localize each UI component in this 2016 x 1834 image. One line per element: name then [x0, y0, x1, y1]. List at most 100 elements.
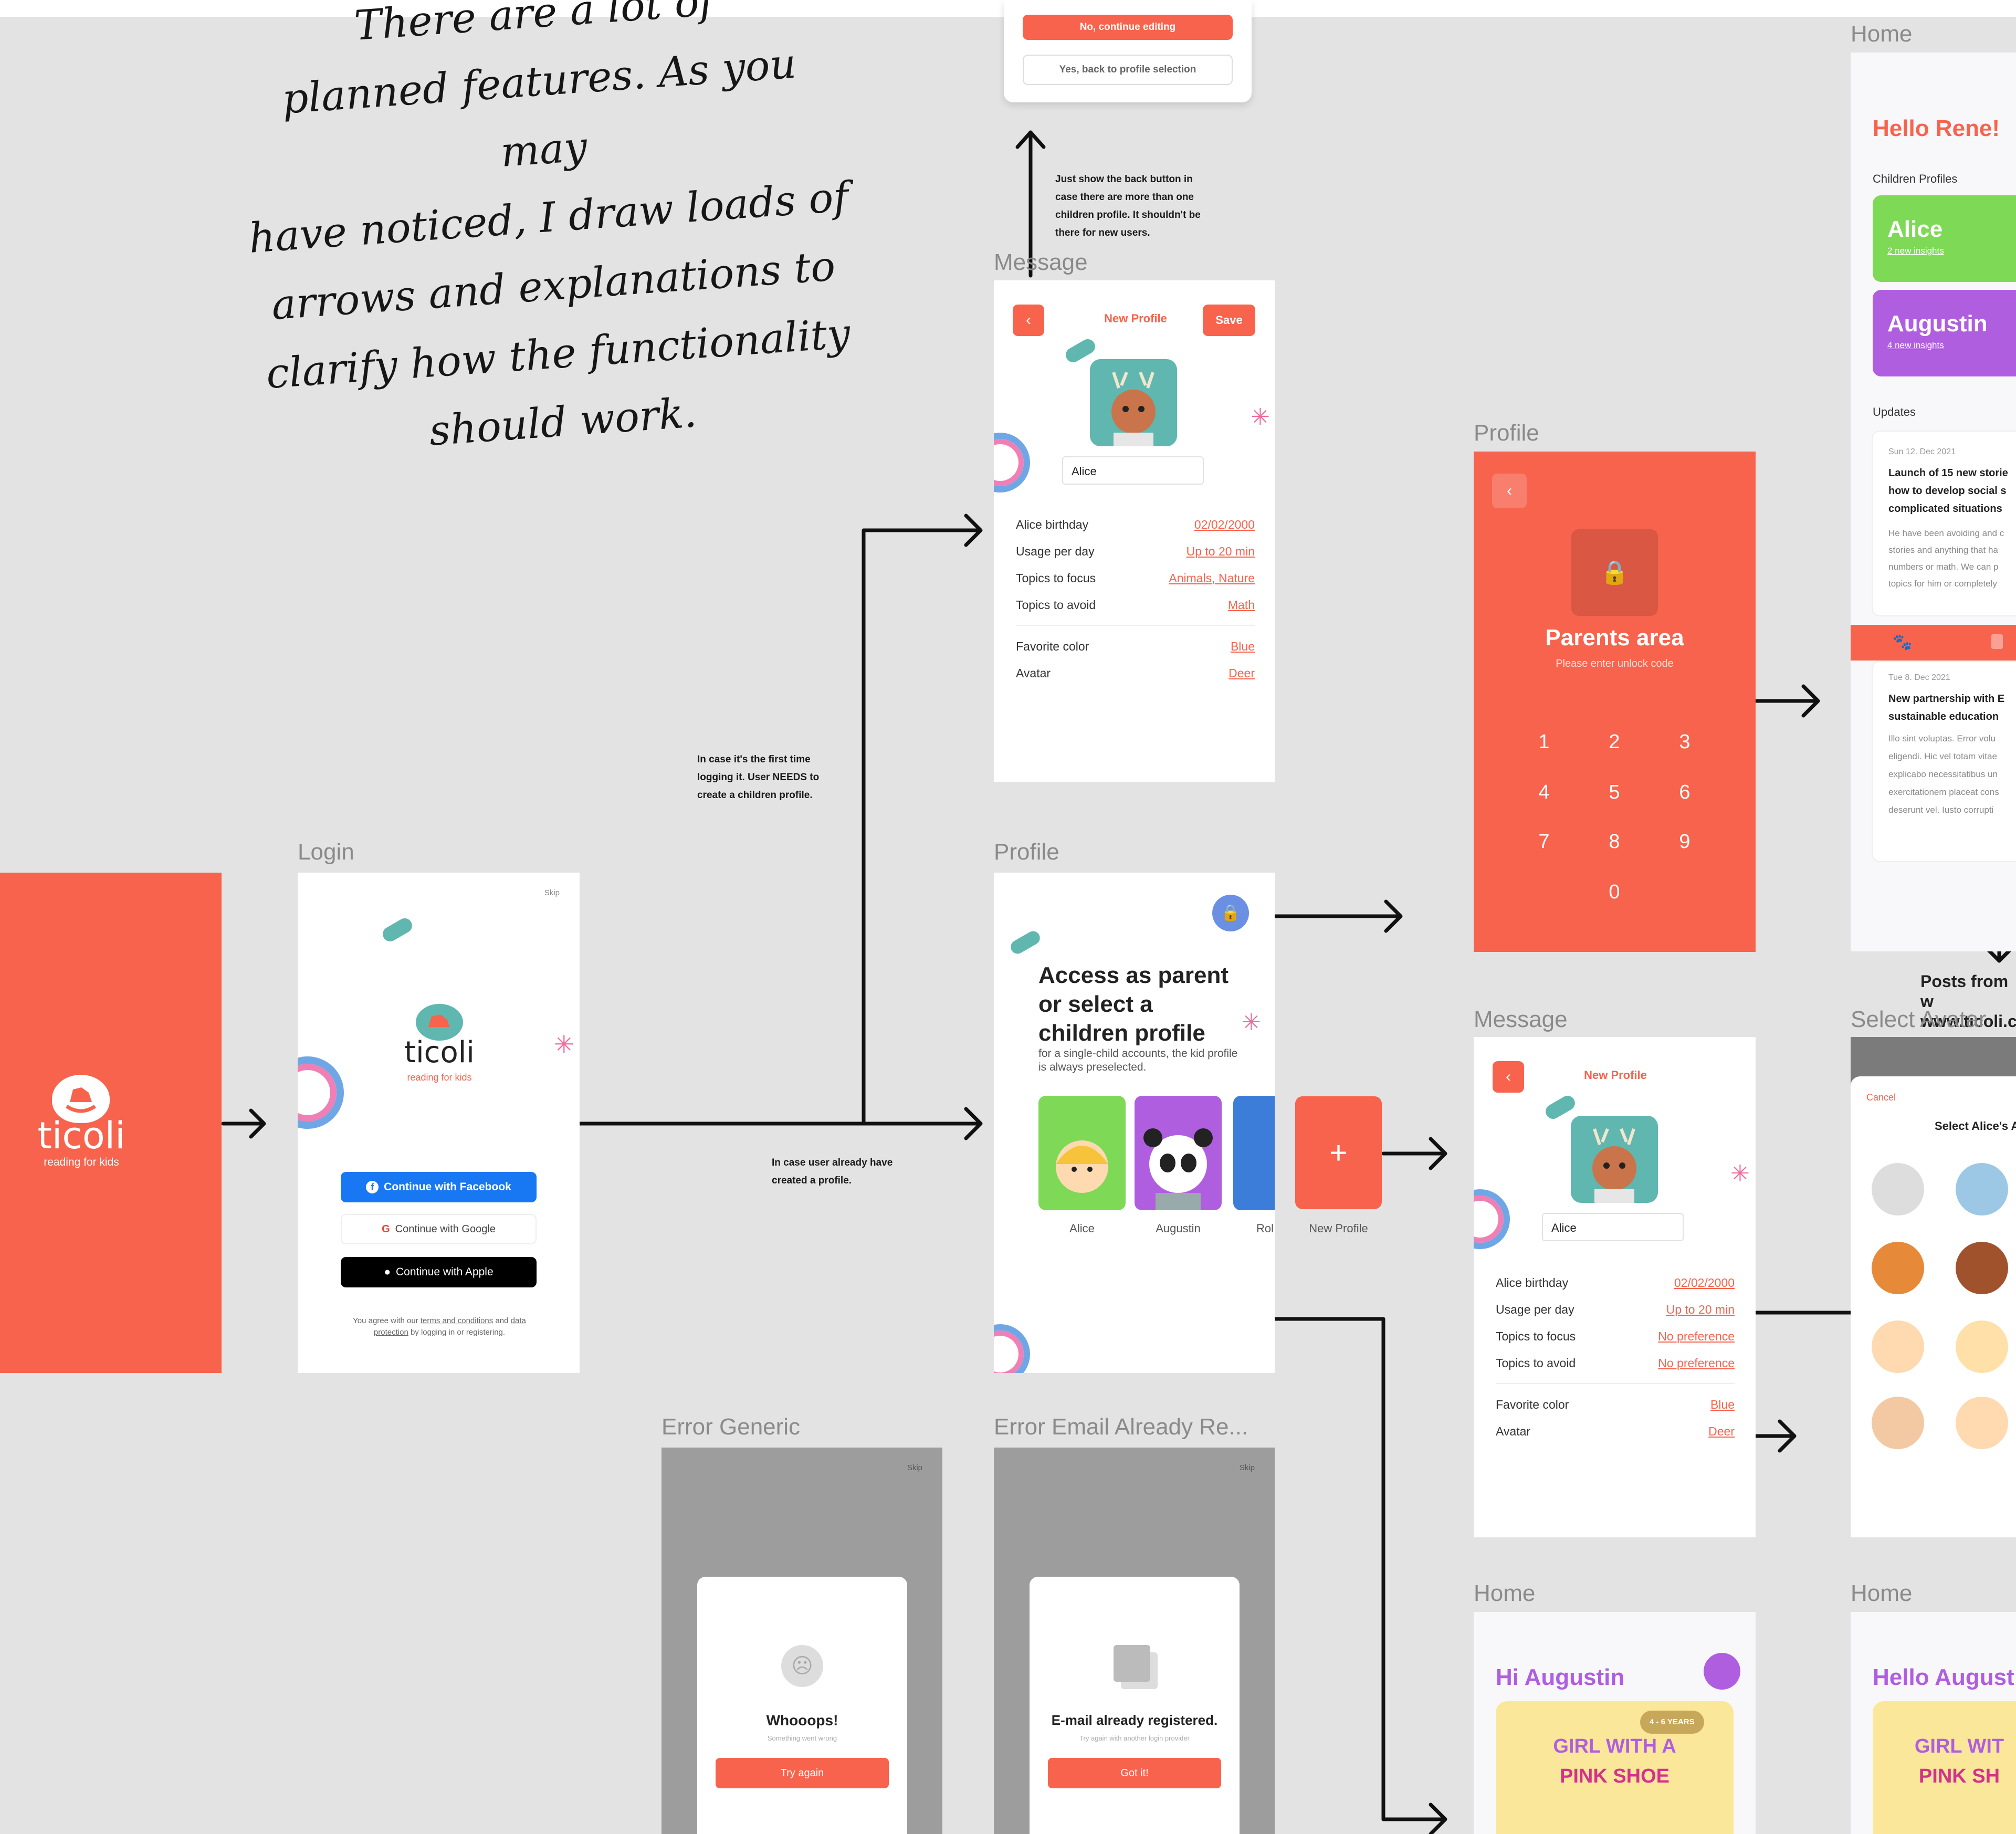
field-value[interactable]: Up to 20 min: [1186, 544, 1255, 559]
profile-heading: Access as parent or select a children pr…: [1038, 961, 1228, 1047]
usage-row[interactable]: Usage per day Up to 20 min: [1016, 544, 1255, 559]
terms-link[interactable]: terms and conditions: [421, 1316, 493, 1325]
book-card[interactable]: GIRL WIT PINK SH: [1873, 1701, 2016, 1834]
child-name-input[interactable]: Alice: [1542, 1213, 1684, 1241]
color-row[interactable]: Favorite color Blue: [1016, 640, 1255, 654]
insights-link[interactable]: 2 new insights: [1887, 246, 1944, 256]
asterisk-decoration: ✳: [1251, 404, 1270, 430]
book-card[interactable]: 4 - 6 YEARS GIRL WITH A PINK SHOE: [1496, 1701, 1734, 1834]
avatar-row[interactable]: Avatar Deer: [1016, 666, 1255, 680]
error-title: E-mail already registered.: [1051, 1712, 1218, 1728]
keypad-key[interactable]: 7: [1523, 831, 1565, 853]
continue-editing-button[interactable]: No, continue editing: [1023, 15, 1233, 40]
usage-row[interactable]: Usage per day Up to 20 min: [1496, 1303, 1735, 1317]
field-value[interactable]: 02/02/2000: [1674, 1276, 1735, 1290]
field-value[interactable]: Blue: [1710, 1398, 1735, 1412]
error-generic-screen: Skip ☹ Whooops! Something went wrong Try…: [662, 1448, 942, 1834]
skip-link[interactable]: Skip: [1240, 1463, 1255, 1472]
keypad-key[interactable]: 0: [1593, 881, 1635, 904]
keypad-key[interactable]: 6: [1664, 781, 1706, 804]
lion-avatar-option[interactable]: [1872, 1242, 1924, 1294]
birthday-row[interactable]: Alice birthday 02/02/2000: [1016, 518, 1255, 532]
augustin-profile-card[interactable]: [1135, 1096, 1222, 1210]
rol-profile-card[interactable]: [1233, 1096, 1275, 1210]
annotation-line: case there are more than one: [1055, 192, 1194, 203]
panda-avatar-option[interactable]: [1872, 1163, 1924, 1215]
home-greeting: Hi Augustin: [1496, 1664, 1625, 1690]
alice-home-card[interactable]: Alice 2 new insights: [1873, 195, 2016, 282]
annotation-first-time: In case it's the first time logging it. …: [697, 751, 819, 804]
topics-avoid-row[interactable]: Topics to avoid No preference: [1496, 1356, 1735, 1370]
deer-avatar[interactable]: [1090, 359, 1177, 446]
keypad-key[interactable]: 4: [1523, 781, 1565, 804]
keypad-key[interactable]: 9: [1664, 831, 1706, 853]
back-button[interactable]: ‹: [1013, 305, 1044, 336]
book-icon[interactable]: [1991, 634, 2003, 649]
frame-label-error-generic: Error Generic: [662, 1414, 801, 1440]
kid-avatar-option[interactable]: [1956, 1397, 2008, 1449]
field-value[interactable]: Blue: [1231, 640, 1255, 654]
keypad-key[interactable]: 3: [1664, 731, 1706, 753]
field-value[interactable]: No preference: [1658, 1356, 1735, 1370]
cancel-button[interactable]: Cancel: [1866, 1092, 1896, 1103]
field-label: Usage per day: [1496, 1303, 1574, 1316]
divider: [1496, 1383, 1735, 1384]
topics-focus-row[interactable]: Topics to focus Animals, Nature: [1016, 571, 1255, 585]
field-value[interactable]: Deer: [1228, 666, 1255, 680]
field-value[interactable]: Up to 20 min: [1666, 1303, 1735, 1317]
topics-focus-row[interactable]: Topics to focus No preference: [1496, 1329, 1735, 1344]
got-it-button[interactable]: Got it!: [1048, 1758, 1221, 1788]
update-card[interactable]: Tue 8. Dec 2021 New partnership with E s…: [1873, 662, 2016, 861]
facebook-button-label: Continue with Facebook: [384, 1181, 511, 1193]
swirl-decoration: [994, 1324, 1030, 1373]
facebook-login-button[interactable]: f Continue with Facebook: [341, 1172, 537, 1202]
deer-avatar[interactable]: [1571, 1116, 1658, 1203]
field-value[interactable]: No preference: [1658, 1329, 1735, 1344]
back-button[interactable]: ‹: [1493, 1061, 1524, 1093]
apple-login-button[interactable]: ● Continue with Apple: [341, 1257, 537, 1287]
wolf-avatar-option[interactable]: [1956, 1242, 2008, 1294]
field-value[interactable]: Deer: [1708, 1424, 1735, 1439]
post-title: New partnership with E sustainable educa…: [1888, 693, 2005, 722]
elephant-avatar-option[interactable]: [1956, 1163, 2008, 1215]
parent-lock-button[interactable]: 🔒: [1212, 895, 1249, 931]
data-protection-link[interactable]: protection: [374, 1328, 408, 1337]
back-button[interactable]: ‹: [1492, 474, 1527, 508]
insights-link[interactable]: 4 new insights: [1887, 340, 1944, 351]
field-value[interactable]: Animals, Nature: [1169, 571, 1255, 585]
back-to-selection-button[interactable]: Yes, back to profile selection: [1023, 55, 1233, 85]
keypad-key[interactable]: 5: [1593, 781, 1635, 804]
google-login-button[interactable]: G Continue with Google: [341, 1214, 537, 1244]
paw-icon[interactable]: 🐾: [1893, 633, 1912, 652]
field-label: Alice birthday: [1496, 1276, 1569, 1290]
skip-link[interactable]: Skip: [907, 1463, 922, 1472]
skip-link[interactable]: Skip: [544, 888, 560, 897]
book-title-line: GIRL WIT: [1914, 1735, 2004, 1757]
augustin-home-card[interactable]: Augustin 4 new insights: [1873, 290, 2016, 376]
keypad-key[interactable]: 1: [1523, 731, 1565, 753]
new-profile-button[interactable]: +: [1295, 1096, 1382, 1209]
modal-discard-changes: No, continue editing Yes, back to profil…: [1004, 0, 1252, 102]
annotation-back-button: Just show the back button in case there …: [1055, 171, 1201, 242]
color-row[interactable]: Favorite color Blue: [1496, 1398, 1735, 1412]
birthday-row[interactable]: Alice birthday 02/02/2000: [1496, 1276, 1735, 1290]
swirl-decoration: [1474, 1189, 1510, 1249]
panda-avatar[interactable]: [1704, 1653, 1740, 1690]
girl-avatar-option[interactable]: [1956, 1321, 2008, 1373]
data-protection-link[interactable]: data: [511, 1316, 526, 1325]
alice-profile-card[interactable]: [1038, 1096, 1126, 1210]
boy-avatar-option[interactable]: [1872, 1321, 1924, 1373]
save-button[interactable]: Save: [1203, 305, 1255, 336]
annotation-line: Posts from w: [1920, 972, 2009, 1011]
child-name-input[interactable]: Alice: [1062, 456, 1204, 485]
update-card[interactable]: Sun 12. Dec 2021 Launch of 15 new storie…: [1873, 432, 2016, 615]
keypad-key[interactable]: 2: [1593, 731, 1635, 753]
keypad-key[interactable]: 8: [1593, 831, 1635, 853]
kid-avatar-option[interactable]: [1872, 1397, 1924, 1449]
topics-avoid-row[interactable]: Topics to avoid Math: [1016, 598, 1255, 612]
try-again-button[interactable]: Try again: [716, 1758, 889, 1788]
field-value[interactable]: 02/02/2000: [1194, 518, 1255, 532]
field-value[interactable]: Math: [1228, 598, 1255, 612]
avatar-row[interactable]: Avatar Deer: [1496, 1424, 1735, 1439]
post-body: Illo sint voluptas. Error volu eligendi.…: [1888, 733, 1999, 815]
